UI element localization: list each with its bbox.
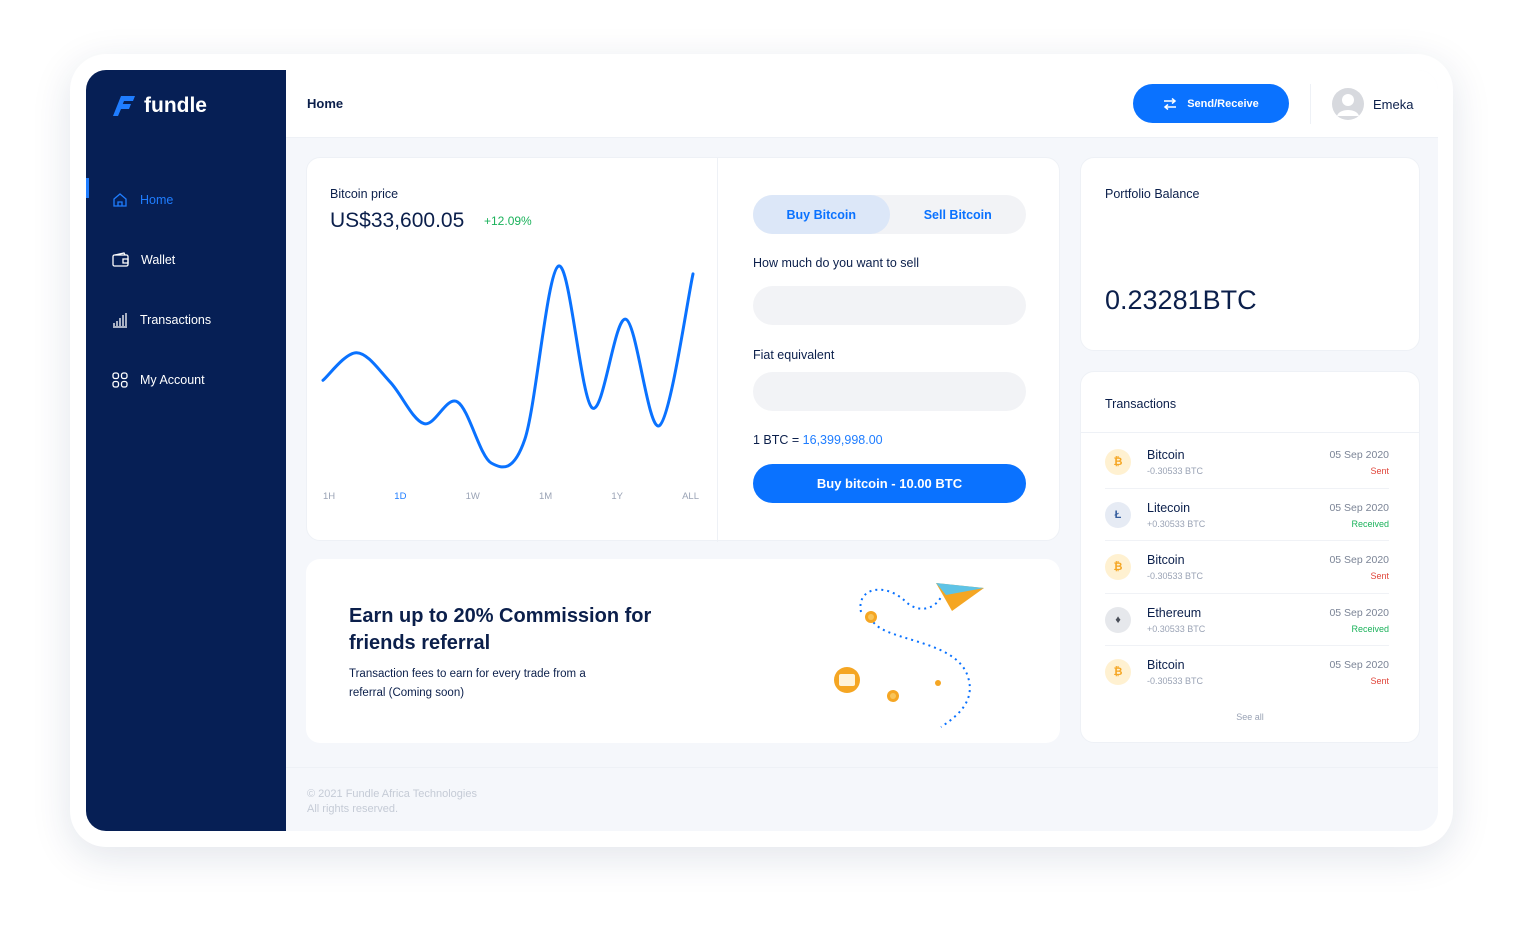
range-tab-all[interactable]: ALL bbox=[682, 491, 699, 502]
tx-amount: +0.30533 BTC bbox=[1147, 518, 1206, 529]
header-divider bbox=[1310, 84, 1311, 124]
amount-input[interactable] bbox=[753, 286, 1026, 325]
footer-rights: All rights reserved. bbox=[307, 803, 399, 815]
sidebar-item-wallet[interactable]: Wallet bbox=[86, 230, 286, 290]
tx-status: Sent bbox=[1370, 676, 1389, 687]
transaction-row[interactable]: ₿ Bitcoin -0.30533 BTC 05 Sep 2020 Sent bbox=[1105, 436, 1389, 489]
top-header: Home Send/Receive Emeka bbox=[286, 70, 1438, 138]
see-all-link[interactable]: See all bbox=[1081, 712, 1419, 722]
price-chart bbox=[321, 264, 695, 469]
portfolio-balance-card: Portfolio Balance 0.23281BTC bbox=[1080, 157, 1420, 351]
transactions-list: ₿ Bitcoin -0.30533 BTC 05 Sep 2020 Sent … bbox=[1105, 436, 1389, 699]
sidebar: fundle Home Wallet Transactions My Accou… bbox=[86, 70, 286, 831]
rate-value: 16,399,998.00 bbox=[802, 433, 883, 447]
time-range-tabs: 1H 1D 1W 1M 1Y ALL bbox=[323, 491, 699, 502]
footer-divider bbox=[286, 767, 1438, 768]
price-series-line bbox=[321, 264, 695, 469]
tx-status: Received bbox=[1351, 623, 1389, 634]
transactions-card: Transactions ₿ Bitcoin -0.30533 BTC 05 S… bbox=[1080, 371, 1420, 743]
transaction-row[interactable]: ♦ Ethereum +0.30533 BTC 05 Sep 2020 Rece… bbox=[1105, 594, 1389, 647]
send-receive-button[interactable]: Send/Receive bbox=[1133, 84, 1289, 123]
tx-coin: Ethereum bbox=[1147, 605, 1202, 620]
app-window: fundle Home Wallet Transactions My Accou… bbox=[86, 70, 1438, 831]
user-menu[interactable]: Emeka bbox=[1332, 88, 1413, 120]
paper-plane-illustration bbox=[834, 583, 984, 728]
portfolio-value: 0.23281BTC bbox=[1105, 285, 1257, 315]
buy-bitcoin-button[interactable]: Buy bitcoin - 10.00 BTC bbox=[753, 464, 1026, 503]
swap-arrows-icon bbox=[1164, 97, 1177, 110]
tx-coin: Bitcoin bbox=[1147, 448, 1185, 462]
tx-date: 05 Sep 2020 bbox=[1329, 449, 1389, 461]
footer-copyright: © 2021 Fundle Africa Technologies bbox=[307, 788, 477, 800]
tx-status: Received bbox=[1351, 518, 1389, 529]
range-tab-1y[interactable]: 1Y bbox=[611, 491, 623, 502]
portfolio-label: Portfolio Balance bbox=[1105, 187, 1200, 201]
ethereum-icon: ♦ bbox=[1105, 606, 1131, 633]
footer: © 2021 Fundle Africa Technologies All ri… bbox=[307, 787, 477, 817]
tx-amount: -0.30533 BTC bbox=[1147, 466, 1204, 476]
page-title: Home bbox=[307, 96, 344, 111]
bitcoin-icon: ₿ bbox=[1105, 659, 1131, 686]
sidebar-item-label: Home bbox=[140, 193, 174, 207]
tab-sell-bitcoin[interactable]: Sell Bitcoin bbox=[890, 195, 1027, 234]
transactions-title: Transactions bbox=[1105, 397, 1177, 411]
amount-label: How much do you want to sell bbox=[753, 256, 920, 270]
fiat-label: Fiat equivalent bbox=[753, 348, 835, 362]
brand-logo[interactable]: fundle bbox=[112, 92, 207, 120]
divider bbox=[1081, 432, 1419, 433]
sidebar-item-home[interactable]: Home bbox=[86, 170, 286, 230]
exchange-rate: 1 BTC = 16,399,998.00 bbox=[753, 433, 883, 447]
tx-coin: Bitcoin bbox=[1147, 658, 1185, 673]
range-tab-1h[interactable]: 1H bbox=[323, 491, 335, 502]
tx-date: 05 Sep 2020 bbox=[1329, 501, 1389, 514]
fiat-input[interactable] bbox=[753, 372, 1026, 411]
transaction-row[interactable]: ₿ Bitcoin -0.30533 BTC 05 Sep 2020 Sent bbox=[1105, 646, 1389, 699]
promo-title: Earn up to 20% Commission for friends re… bbox=[349, 605, 652, 654]
send-receive-label: Send/Receive bbox=[1187, 97, 1259, 110]
tx-amount: -0.30533 BTC bbox=[1147, 676, 1204, 687]
tx-date: 05 Sep 2020 bbox=[1329, 606, 1389, 619]
tx-date: 05 Sep 2020 bbox=[1329, 659, 1389, 672]
litecoin-icon: Ł bbox=[1105, 501, 1131, 528]
bitcoin-icon: ₿ bbox=[1105, 554, 1131, 581]
range-tab-1d[interactable]: 1D bbox=[394, 491, 406, 502]
sidebar-nav: Home Wallet Transactions My Account bbox=[86, 170, 286, 410]
fundle-logo-icon bbox=[113, 96, 135, 116]
tx-coin: Bitcoin bbox=[1147, 553, 1185, 568]
brand-name: fundle bbox=[144, 94, 207, 117]
sidebar-item-label: Wallet bbox=[141, 253, 176, 267]
wallet-icon bbox=[112, 252, 129, 267]
avatar bbox=[1332, 88, 1364, 120]
bitcoin-icon: ₿ bbox=[1105, 449, 1131, 475]
tx-status: Sent bbox=[1370, 466, 1389, 476]
sidebar-item-label: Transactions bbox=[140, 313, 212, 327]
tx-status: Sent bbox=[1370, 571, 1389, 582]
transaction-row[interactable]: Ł Litecoin +0.30533 BTC 05 Sep 2020 Rece… bbox=[1105, 489, 1389, 542]
tab-buy-bitcoin[interactable]: Buy Bitcoin bbox=[753, 195, 890, 234]
rate-prefix: 1 BTC = bbox=[753, 433, 803, 447]
range-tab-1w[interactable]: 1W bbox=[466, 491, 480, 502]
tx-date: 05 Sep 2020 bbox=[1329, 554, 1389, 567]
tx-amount: -0.30533 BTC bbox=[1147, 571, 1204, 582]
card-divider bbox=[717, 158, 718, 542]
sidebar-item-transactions[interactable]: Transactions bbox=[86, 290, 286, 350]
buy-sell-toggle: Buy Bitcoin Sell Bitcoin bbox=[753, 195, 1026, 234]
user-icon bbox=[1337, 94, 1359, 116]
range-tab-1m[interactable]: 1M bbox=[539, 491, 552, 502]
transaction-row[interactable]: ₿ Bitcoin -0.30533 BTC 05 Sep 2020 Sent bbox=[1105, 541, 1389, 594]
tx-coin: Litecoin bbox=[1147, 500, 1191, 515]
promo-subtitle: Transaction fees to earn for every trade… bbox=[349, 668, 586, 699]
grid-icon bbox=[112, 372, 128, 388]
sidebar-item-my-account[interactable]: My Account bbox=[86, 350, 286, 410]
bar-chart-icon bbox=[113, 313, 127, 328]
price-trade-card: Bitcoin price US$33,600.05 +12.09% 1H 1D… bbox=[306, 157, 1060, 542]
user-name: Emeka bbox=[1373, 96, 1414, 112]
tx-amount: +0.30533 BTC bbox=[1147, 623, 1206, 634]
sidebar-item-label: My Account bbox=[140, 373, 205, 387]
home-icon bbox=[113, 193, 127, 207]
referral-promo-card: Earn up to 20% Commission for friends re… bbox=[306, 559, 1060, 743]
